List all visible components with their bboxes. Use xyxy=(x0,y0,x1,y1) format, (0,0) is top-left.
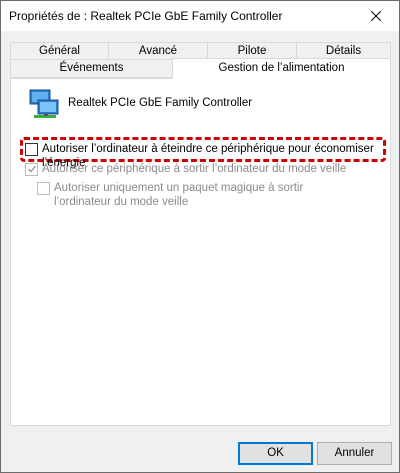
tab-power-management[interactable]: Gestion de l’alimentation xyxy=(172,58,391,79)
allow-wake-label: Autoriser ce périphérique à sortir l’ord… xyxy=(42,163,347,175)
properties-dialog: Propriétés de : Realtek PCIe GbE Family … xyxy=(0,0,400,473)
allow-wake-option: Autoriser ce périphérique à sortir l’ord… xyxy=(25,162,346,176)
magic-packet-label: Autoriser uniquement un paquet magique à… xyxy=(54,181,303,209)
checkmark-icon xyxy=(28,165,37,173)
tab-events[interactable]: Événements xyxy=(10,59,173,78)
ok-button[interactable]: OK xyxy=(238,442,313,465)
magic-packet-option: Autoriser uniquement un paquet magique à… xyxy=(37,181,303,209)
magic-packet-label-line2: l’ordinateur du mode veille xyxy=(54,196,189,208)
device-name: Realtek PCIe GbE Family Controller xyxy=(68,97,253,109)
title-bar: Propriétés de : Realtek PCIe GbE Family … xyxy=(1,1,399,31)
tab-general[interactable]: Général xyxy=(10,42,109,60)
network-adapter-icon xyxy=(29,89,59,118)
magic-packet-checkbox xyxy=(37,182,50,195)
allow-turn-off-checkbox[interactable] xyxy=(25,143,38,156)
close-icon xyxy=(371,11,381,21)
cancel-button[interactable]: Annuler xyxy=(317,442,392,465)
close-button[interactable] xyxy=(353,1,399,31)
allow-wake-checkbox xyxy=(25,163,38,176)
power-management-panel: Realtek PCIe GbE Family Controller Autor… xyxy=(10,78,391,426)
window-title: Propriétés de : Realtek PCIe GbE Family … xyxy=(9,9,283,23)
magic-packet-label-line1: Autoriser uniquement un paquet magique à… xyxy=(54,182,304,194)
